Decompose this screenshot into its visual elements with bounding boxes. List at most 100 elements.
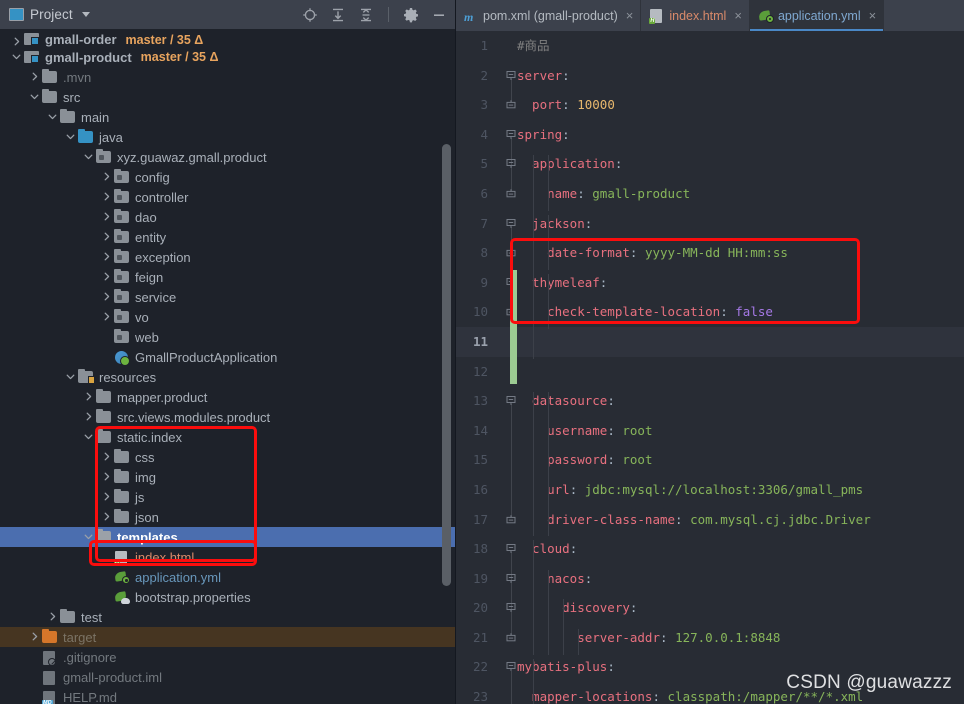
- fold-collapse-icon[interactable]: [506, 573, 517, 584]
- code-line[interactable]: 2 server:: [455, 61, 964, 91]
- tree-expand-arrow[interactable]: [98, 231, 114, 242]
- project-title-group[interactable]: Project: [9, 7, 302, 22]
- code-line[interactable]: 14 username: root: [455, 416, 964, 446]
- chevron-right-icon[interactable]: [101, 271, 112, 282]
- code-line[interactable]: 20 discovery:: [455, 593, 964, 623]
- tree-expand-arrow[interactable]: [80, 391, 96, 402]
- tree-expand-arrow[interactable]: [80, 411, 96, 422]
- fold-collapse-icon[interactable]: [506, 661, 517, 672]
- code-line[interactable]: 18 cloud:: [455, 534, 964, 564]
- chevron-right-icon[interactable]: [101, 231, 112, 242]
- chevron-right-icon[interactable]: [101, 471, 112, 482]
- tree-row-index-html[interactable]: Hindex.html: [0, 547, 455, 567]
- chevron-right-icon[interactable]: [11, 36, 22, 47]
- chevron-right-icon[interactable]: [83, 411, 94, 422]
- tree-row-config[interactable]: config: [0, 167, 455, 187]
- tree-expand-arrow[interactable]: [62, 371, 78, 382]
- code-line[interactable]: 12: [455, 357, 964, 387]
- tree-row-vo[interactable]: vo: [0, 307, 455, 327]
- panel-divider[interactable]: [455, 0, 456, 704]
- tree-row-help-md[interactable]: MD HELP.md: [0, 687, 455, 704]
- tree-expand-arrow[interactable]: [98, 251, 114, 262]
- tab-close-icon[interactable]: ×: [626, 9, 634, 22]
- code-line[interactable]: 9 thymeleaf:: [455, 268, 964, 298]
- code-line[interactable]: 16 url: jdbc:mysql://localhost:3306/gmal…: [455, 475, 964, 505]
- tree-row-mapper-product[interactable]: mapper.product: [0, 387, 455, 407]
- chevron-down-icon[interactable]: [83, 531, 94, 542]
- project-tree-scroll[interactable]: gmall-order master / 35 Δ gmall-product mas…: [0, 29, 455, 704]
- tree-expand-arrow[interactable]: [98, 471, 114, 482]
- tree-row-exception[interactable]: exception: [0, 247, 455, 267]
- fold-end-icon[interactable]: [506, 247, 517, 258]
- tree-expand-arrow[interactable]: [80, 151, 96, 162]
- code-line[interactable]: 6 name: gmall-product: [455, 179, 964, 209]
- code-line[interactable]: 8 date-format: yyyy-MM-dd HH:mm:ss: [455, 238, 964, 268]
- code-editor[interactable]: 1 #商品 2 server: 3 port: 10000 4 spring: 5 appli…: [455, 31, 964, 704]
- tree-row-application-yml[interactable]: application.yml: [0, 567, 455, 587]
- chevron-right-icon[interactable]: [47, 611, 58, 622]
- chevron-right-icon[interactable]: [29, 631, 40, 642]
- tree-row-gmall-order[interactable]: gmall-order master / 35 Δ: [0, 29, 455, 47]
- tree-row-entity[interactable]: entity: [0, 227, 455, 247]
- code-line[interactable]: 15 password: root: [455, 445, 964, 475]
- tree-expand-arrow[interactable]: [98, 451, 114, 462]
- code-line[interactable]: 10 check-template-location: false: [455, 297, 964, 327]
- tree-expand-arrow[interactable]: [98, 191, 114, 202]
- code-line[interactable]: 7 jackson:: [455, 209, 964, 239]
- tree-expand-arrow[interactable]: [44, 111, 60, 122]
- fold-end-icon[interactable]: [506, 514, 517, 525]
- code-line[interactable]: 11: [455, 326, 964, 357]
- tree-row-gmall-product[interactable]: gmall-product master / 35 Δ: [0, 47, 455, 67]
- chevron-right-icon[interactable]: [101, 211, 112, 222]
- tree-row-templates[interactable]: templates: [0, 527, 455, 547]
- code-line[interactable]: 23 mapper-locations: classpath:/mapper/*…: [455, 682, 964, 704]
- tree-expand-arrow[interactable]: [98, 491, 114, 502]
- tree-row-resources[interactable]: resources: [0, 367, 455, 387]
- tree-row-src[interactable]: src: [0, 87, 455, 107]
- fold-end-icon[interactable]: [506, 632, 517, 643]
- fold-collapse-icon[interactable]: [506, 218, 517, 229]
- code-line[interactable]: 3 port: 10000: [455, 90, 964, 120]
- chevron-down-icon[interactable]: [83, 151, 94, 162]
- fold-end-icon[interactable]: [506, 99, 517, 110]
- code-line[interactable]: 1 #商品: [455, 31, 964, 61]
- tree-expand-arrow[interactable]: [8, 36, 24, 47]
- tree-row-dao[interactable]: dao: [0, 207, 455, 227]
- chevron-right-icon[interactable]: [101, 451, 112, 462]
- tree-expand-arrow[interactable]: [98, 211, 114, 222]
- tree-row-bootstrap-properties[interactable]: bootstrap.properties: [0, 587, 455, 607]
- chevron-right-icon[interactable]: [101, 291, 112, 302]
- tree-row-test[interactable]: test: [0, 607, 455, 627]
- tree-row-target[interactable]: target: [0, 627, 455, 647]
- chevron-right-icon[interactable]: [101, 491, 112, 502]
- tab-close-icon[interactable]: ×: [869, 9, 877, 22]
- tree-expand-arrow[interactable]: [98, 271, 114, 282]
- code-line[interactable]: 17 driver-class-name: com.mysql.cj.jdbc.…: [455, 505, 964, 535]
- fold-collapse-icon[interactable]: [506, 129, 517, 140]
- chevron-right-icon[interactable]: [101, 251, 112, 262]
- code-line[interactable]: 5 application:: [455, 149, 964, 179]
- fold-end-icon[interactable]: [506, 188, 517, 199]
- editor-tab-index.html[interactable]: Hindex.html ×: [641, 0, 750, 31]
- tree-row--gitignore[interactable]: .gitignore: [0, 647, 455, 667]
- tree-row-java[interactable]: java: [0, 127, 455, 147]
- code-line[interactable]: 19 nacos:: [455, 564, 964, 594]
- chevron-down-icon[interactable]: [81, 12, 90, 17]
- tree-row-gmallproductapplication[interactable]: GmallProductApplication: [0, 347, 455, 367]
- tab-close-icon[interactable]: ×: [734, 9, 742, 22]
- chevron-right-icon[interactable]: [101, 511, 112, 522]
- fold-collapse-icon[interactable]: [506, 602, 517, 613]
- code-line[interactable]: 13 datasource:: [455, 386, 964, 416]
- tree-expand-arrow[interactable]: [26, 91, 42, 102]
- project-tree-scrollbar[interactable]: [442, 144, 451, 586]
- tree-expand-arrow[interactable]: [62, 131, 78, 142]
- code-line[interactable]: 22 mybatis-plus:: [455, 652, 964, 682]
- tree-row-gmall-product-iml[interactable]: gmall-product.iml: [0, 667, 455, 687]
- vcs-change-marker[interactable]: [510, 269, 517, 385]
- expand-all-icon[interactable]: [330, 7, 346, 23]
- tree-expand-arrow[interactable]: [8, 51, 24, 62]
- tree-row-xyz-guawaz-gmall-product[interactable]: xyz.guawaz.gmall.product: [0, 147, 455, 167]
- chevron-down-icon[interactable]: [65, 371, 76, 382]
- tree-row-src-views-modules-product[interactable]: src.views.modules.product: [0, 407, 455, 427]
- tree-row-service[interactable]: service: [0, 287, 455, 307]
